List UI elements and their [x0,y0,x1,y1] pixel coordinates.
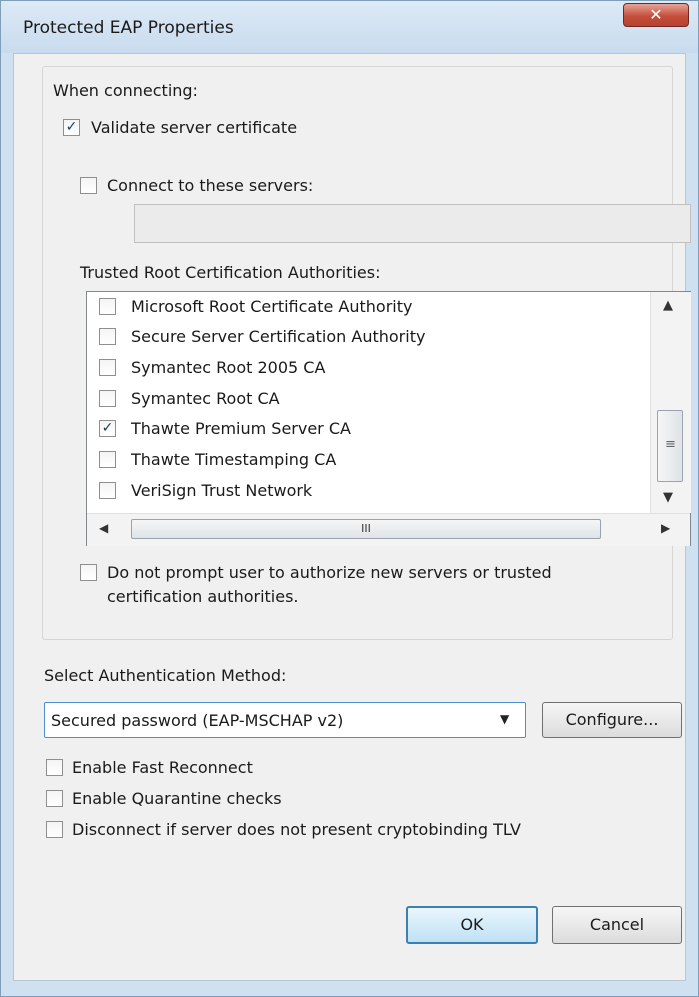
authority-label: VeriSign Trust Network [131,481,313,500]
cryptobinding-label: Disconnect if server does not present cr… [72,820,521,839]
quarantine-checkbox[interactable] [46,790,63,807]
scroll-right-icon[interactable]: ▶ [661,521,670,535]
title-bar: Protected EAP Properties ✕ [1,1,698,53]
scroll-down-icon[interactable]: ▼ [663,490,673,505]
list-item[interactable]: Secure Server Certification Authority [87,322,647,352]
grip-icon: III [361,522,371,535]
authority-label: Microsoft Root Certificate Authority [131,297,413,316]
check-icon: ✓ [65,119,78,135]
scroll-up-icon[interactable]: ▲ [663,298,673,313]
vertical-scroll-thumb[interactable]: ≡ [657,410,683,482]
authority-label: Thawte Timestamping CA [131,450,337,469]
quarantine-label: Enable Quarantine checks [72,789,282,808]
list-item[interactable]: ✓ Thawte Premium Server CA [87,414,647,444]
when-connecting-heading: When connecting: [53,81,198,100]
list-item[interactable]: Symantec Root CA [87,384,647,414]
check-icon: ✓ [101,420,114,436]
authority-checkbox[interactable] [99,451,116,468]
authority-label: Symantec Root CA [131,389,280,408]
close-button[interactable]: ✕ [623,3,689,27]
list-item[interactable]: Symantec Root 2005 CA [87,353,647,383]
window-title: Protected EAP Properties [23,18,234,38]
no-prompt-checkbox[interactable] [80,564,97,581]
auth-method-heading: Select Authentication Method: [44,666,287,685]
horizontal-scrollbar[interactable]: ◀ III ▶ [87,513,690,546]
ok-button[interactable]: OK [406,906,538,944]
configure-button[interactable]: Configure... [542,702,682,738]
trusted-root-heading: Trusted Root Certification Authorities: [80,263,381,282]
authority-checkbox[interactable] [99,390,116,407]
no-prompt-label-line2: certification authorities. [107,587,299,606]
cancel-button[interactable]: Cancel [552,906,682,944]
authority-checkbox[interactable] [99,298,116,315]
validate-cert-label: Validate server certificate [91,118,298,137]
fast-reconnect-checkbox[interactable] [46,759,63,776]
auth-method-selected: Secured password (EAP-MSCHAP v2) [51,711,344,730]
dialog-window: Protected EAP Properties ✕ When connecti… [0,0,699,997]
horizontal-scroll-thumb[interactable]: III [131,519,601,539]
authority-checkbox[interactable] [99,359,116,376]
list-item[interactable]: Microsoft Root Certificate Authority [87,292,647,322]
authority-checkbox[interactable] [99,482,116,499]
authority-label: Thawte Premium Server CA [131,419,351,438]
close-icon: ✕ [649,5,663,24]
connect-servers-checkbox[interactable] [80,177,97,194]
auth-method-select[interactable]: Secured password (EAP-MSCHAP v2) ▼ [44,702,526,738]
dialog-client-area: When connecting: ✓ Validate server certi… [13,53,691,981]
authority-checkbox[interactable]: ✓ [99,420,116,437]
fast-reconnect-label: Enable Fast Reconnect [72,758,253,777]
list-item[interactable]: VeriSign Trust Network [87,476,647,506]
authority-label: Secure Server Certification Authority [131,327,426,346]
vertical-scrollbar[interactable]: ▲ ≡ ▼ [650,292,691,513]
authority-label: Symantec Root 2005 CA [131,358,326,377]
authorities-listbox[interactable]: Microsoft Root Certificate Authority Sec… [86,291,691,546]
grip-icon: ≡ [665,437,676,452]
no-prompt-label-line1: Do not prompt user to authorize new serv… [107,563,552,582]
validate-cert-checkbox[interactable]: ✓ [63,119,80,136]
servers-input[interactable] [134,204,691,243]
connect-servers-label: Connect to these servers: [107,176,314,195]
list-item[interactable]: Thawte Timestamping CA [87,445,647,475]
scroll-left-icon[interactable]: ◀ [99,521,108,535]
chevron-down-icon: ▼ [500,712,510,726]
connection-groupbox: When connecting: ✓ Validate server certi… [42,66,691,640]
authority-checkbox[interactable] [99,328,116,345]
cryptobinding-checkbox[interactable] [46,821,63,838]
